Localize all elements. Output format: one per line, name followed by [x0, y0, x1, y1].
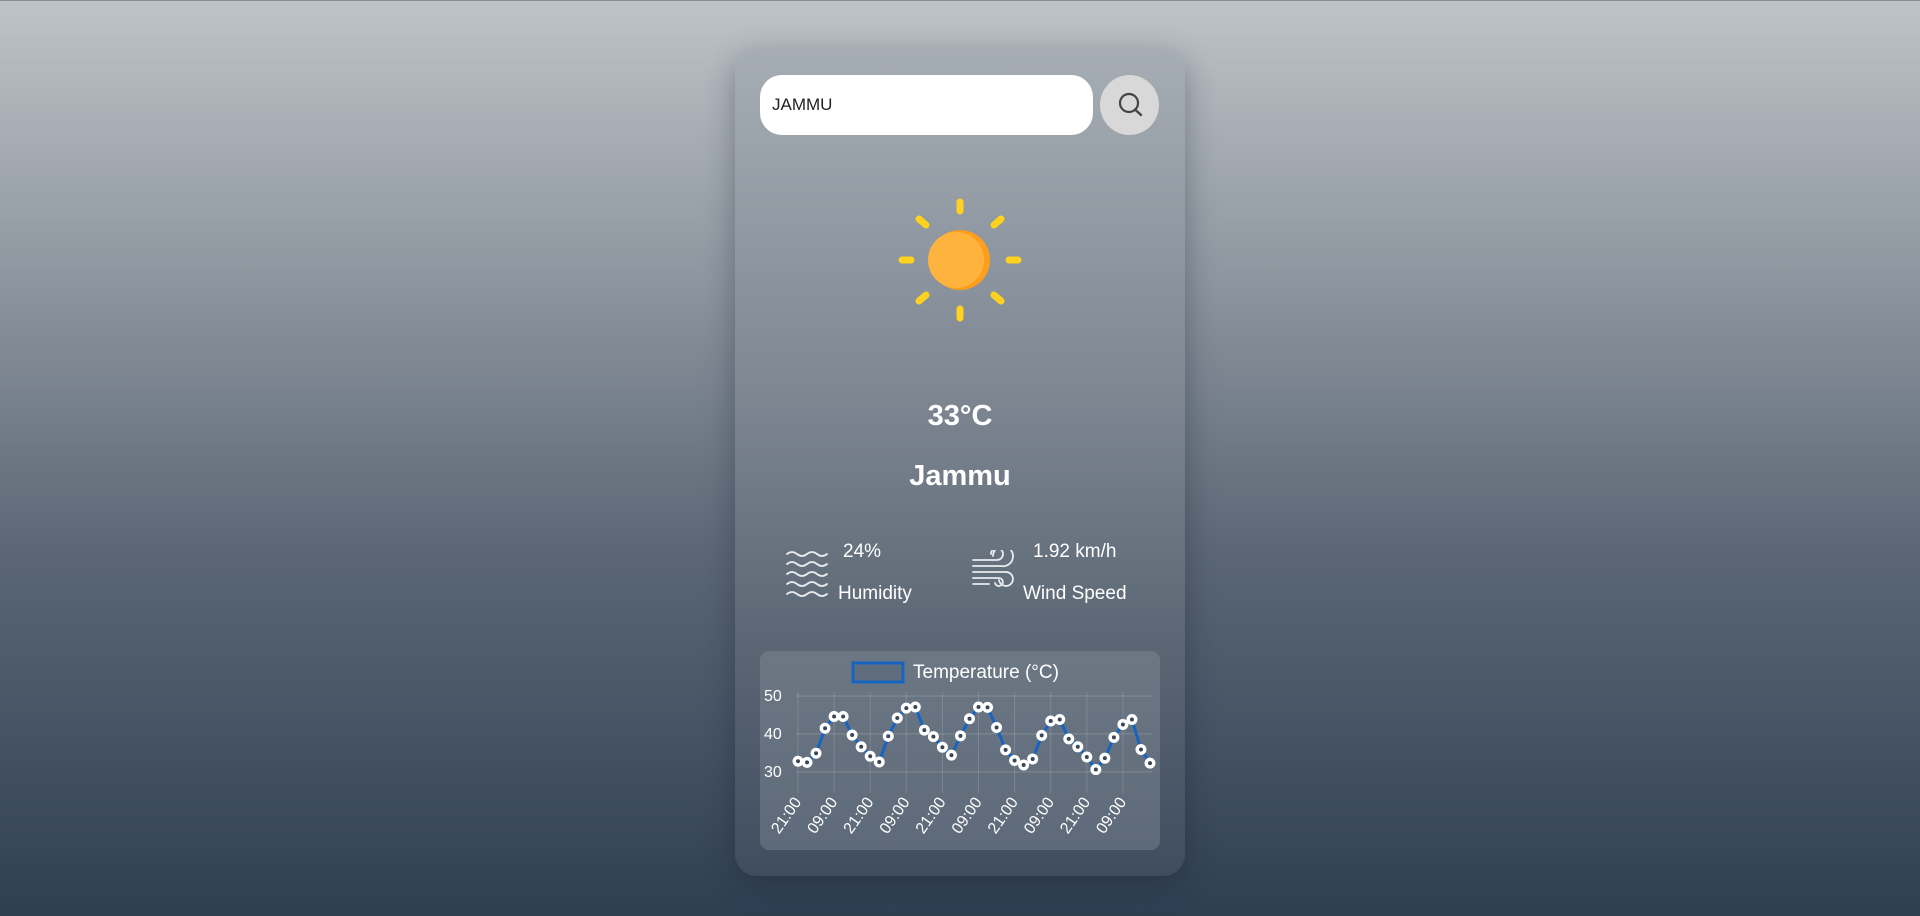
data-point-center: [877, 759, 882, 764]
x-tick-label: 09:00: [1021, 794, 1058, 837]
wind-block: 1.92 km/h Wind Speed: [971, 536, 1161, 616]
x-tick-label: 21:00: [841, 794, 878, 837]
data-point-center: [1111, 735, 1116, 740]
data-point-center: [1102, 756, 1107, 761]
data-point-center: [1021, 763, 1026, 768]
humidity-label: Humidity: [838, 583, 912, 604]
data-point-center: [940, 745, 945, 750]
sun-icon: [898, 198, 1022, 322]
data-point-center: [1048, 719, 1053, 724]
data-point-center: [1084, 755, 1089, 760]
legend-label: Temperature (°C): [913, 662, 1059, 683]
data-point-center: [958, 733, 963, 738]
data-point-center: [1120, 722, 1125, 727]
data-point-center: [859, 744, 864, 749]
wind-label: Wind Speed: [1023, 583, 1127, 604]
data-point-center: [1003, 747, 1008, 752]
data-point-center: [967, 716, 972, 721]
x-tick-label: 09:00: [804, 794, 841, 837]
data-point-center: [985, 705, 990, 710]
data-point-center: [976, 704, 981, 709]
temperature-value: 33°C: [927, 400, 993, 432]
y-tick-label: 40: [764, 726, 782, 743]
x-tick-label: 21:00: [768, 794, 805, 837]
data-point-center: [841, 714, 846, 719]
x-tick-label: 21:00: [913, 794, 950, 837]
search-button[interactable]: [1100, 75, 1159, 135]
data-point-center: [1039, 733, 1044, 738]
data-point-center: [895, 715, 900, 720]
search-bar: [760, 75, 1160, 135]
data-point-center: [922, 728, 927, 733]
data-point-center: [850, 733, 855, 738]
humidity-value: 24%: [843, 541, 882, 562]
data-point-center: [1093, 767, 1098, 772]
data-point-center: [1148, 761, 1152, 766]
data-point-center: [1075, 744, 1080, 749]
city-name: Jammu: [909, 460, 1011, 492]
x-tick-label: 09:00: [877, 794, 914, 837]
data-point-center: [1066, 736, 1071, 741]
search-input[interactable]: [760, 75, 1093, 135]
data-point-center: [994, 725, 999, 730]
y-tick-label: 30: [764, 764, 782, 781]
weather-card: 33°C Jammu 24% Humidity 1.92 km/h: [735, 50, 1185, 876]
data-point-center: [823, 726, 828, 731]
data-point-center: [949, 753, 954, 758]
data-point-center: [913, 704, 918, 709]
x-tick-label: 09:00: [949, 794, 986, 837]
temperature-chart-svg: Temperature (°C)30405021:00 09:00 21:00 09:…: [764, 661, 1156, 837]
x-tick-label: 21:00: [1057, 794, 1094, 837]
data-point-center: [1030, 756, 1035, 761]
x-tick-label: 21:00: [985, 794, 1022, 837]
wind-icon: [972, 550, 1014, 587]
legend-swatch: [851, 661, 905, 684]
data-point-center: [796, 759, 800, 764]
data-point-center: [1129, 717, 1134, 722]
data-point-center: [886, 734, 891, 739]
humidity-block: 24% Humidity: [785, 536, 945, 616]
data-point-center: [868, 754, 873, 759]
data-point-center: [832, 714, 837, 719]
y-tick-label: 50: [764, 688, 782, 705]
search-icon: [1118, 92, 1142, 117]
data-point-center: [1057, 717, 1062, 722]
data-point-center: [931, 734, 936, 739]
data-point-center: [904, 706, 909, 711]
data-point-center: [814, 751, 819, 756]
data-point-center: [805, 760, 810, 765]
humidity-waves-icon: [786, 551, 828, 597]
temperature-chart: Temperature (°C) 30 40 50 21:00 09:00 21:00 09:…: [760, 651, 1160, 850]
data-point-center: [1138, 747, 1143, 752]
wind-value: 1.92 km/h: [1033, 541, 1117, 562]
data-point-center: [1012, 758, 1017, 763]
x-tick-label: 09:00: [1093, 794, 1130, 837]
